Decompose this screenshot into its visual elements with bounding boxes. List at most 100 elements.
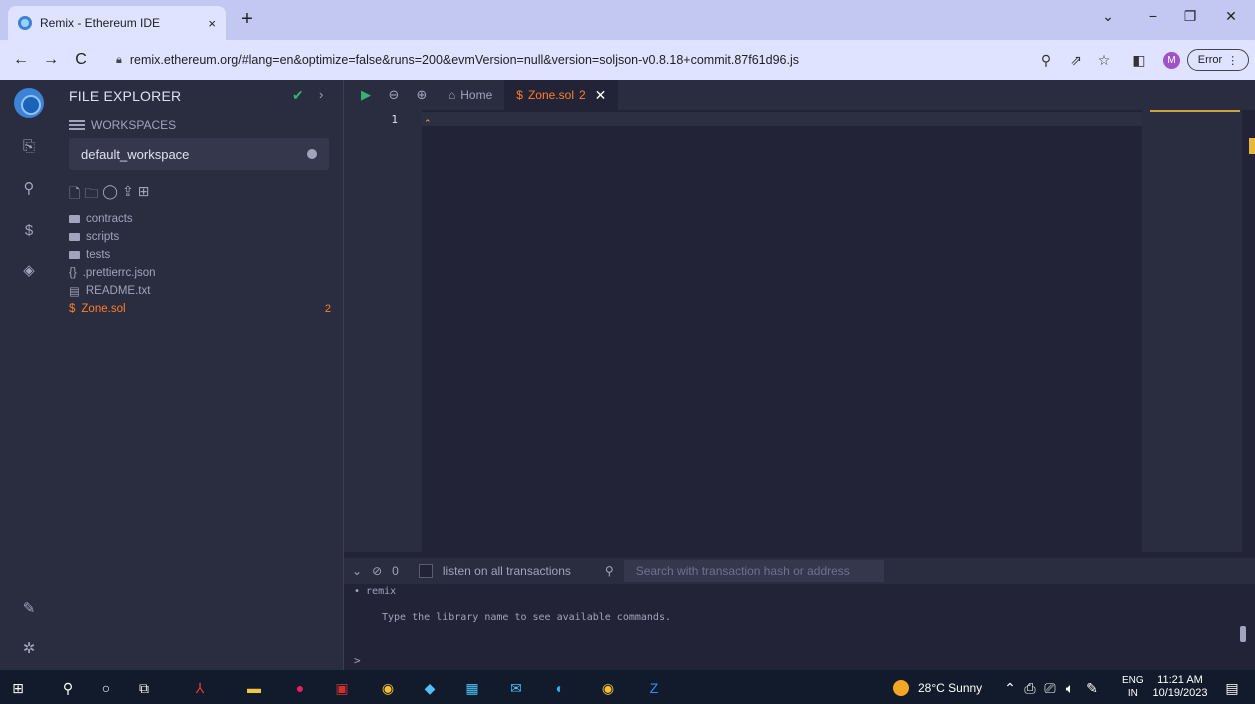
input-language[interactable]: ENG IN <box>1122 674 1144 700</box>
new-file-icon[interactable]: 🗋︎ <box>69 183 80 207</box>
file-explorer-icon[interactable]: ▬ <box>244 678 264 698</box>
zoom-out-icon[interactable]: ⊖ <box>380 87 408 103</box>
pen-icon[interactable]: ✎ <box>1082 678 1102 698</box>
json-file-icon: {} <box>69 267 77 279</box>
error-count-badge: 2 <box>324 303 331 315</box>
code-editor[interactable]: 1 ⌃ <box>344 110 1255 552</box>
file-explorer-toolbar: 🗋︎ 🗀︎ ◯ ⇪ ⊞ <box>69 183 149 207</box>
plugin-manager-icon[interactable]: ✎ <box>18 598 40 620</box>
upload-file-icon[interactable]: ⊞ <box>138 183 150 207</box>
warning-squiggle-icon: ⌃ <box>424 118 432 128</box>
terminal-output[interactable]: • remix Type the library name to see ava… <box>344 584 1255 670</box>
windows-taskbar: ⊞ ⚲ ○ ⧉ ⅄ ▬ ● ▣ ◉ ◆ ▦ ✉ ◐ ◉ Z 28°C Sunny… <box>0 670 1255 704</box>
chrome-profile-icon[interactable]: ◉ <box>598 678 618 698</box>
zoom-icon[interactable]: ⚲ <box>1036 52 1056 69</box>
reload-icon[interactable]: C <box>66 51 96 69</box>
publish-gist-icon[interactable]: ⇪ <box>122 183 134 207</box>
tab-search-icon[interactable]: ⌄ <box>1093 8 1123 25</box>
settings-gear-icon[interactable]: ✲ <box>18 638 40 660</box>
app-icon-oo[interactable]: ● <box>290 678 310 698</box>
overview-ruler-marker <box>1249 138 1255 154</box>
side-panel-icon[interactable]: ◧ <box>1129 52 1149 69</box>
remix-favicon-icon <box>18 16 32 30</box>
minimap[interactable] <box>1142 110 1242 552</box>
remix-logo-icon[interactable] <box>14 88 44 118</box>
run-play-icon[interactable]: ▶ <box>352 87 380 103</box>
tray-chevron-icon[interactable]: ⌃ <box>1000 678 1020 698</box>
task-view-icon[interactable]: ⧉ <box>134 678 154 698</box>
tree-item-scripts[interactable]: scripts <box>69 228 339 246</box>
search-icon[interactable]: ⚲ <box>58 678 78 698</box>
notifications-icon[interactable]: ▤ <box>1222 678 1242 698</box>
zoom-in-icon[interactable]: ⊕ <box>408 87 436 103</box>
tray-app-icon[interactable]: ⎙ <box>1020 678 1040 698</box>
edge-icon[interactable]: ◐ <box>550 678 570 698</box>
close-window-button[interactable]: ✕ <box>1216 8 1246 25</box>
solidity-compiler-icon[interactable]: $ <box>18 220 40 242</box>
error-label: Error <box>1197 54 1223 66</box>
acrobat-icon[interactable]: ⅄ <box>190 678 210 698</box>
chevron-right-icon[interactable]: › <box>319 87 323 102</box>
tab-close-icon[interactable]: × <box>208 16 216 31</box>
url-text[interactable]: remix.ethereum.org/#lang=en&optimize=fal… <box>130 53 799 67</box>
check-icon: ✔ <box>292 87 304 103</box>
screen-app-icon[interactable]: ▣ <box>332 678 352 698</box>
deploy-run-icon[interactable]: ◈ <box>18 260 40 282</box>
cortana-icon[interactable]: ○ <box>96 678 116 698</box>
weather-text[interactable]: 28°C Sunny <box>918 681 982 695</box>
file-tree: contracts scripts tests {} .prettierrc.j… <box>69 210 339 318</box>
back-arrow-icon[interactable]: ← <box>6 51 36 69</box>
browser-tab-title: Remix - Ethereum IDE <box>40 16 161 30</box>
github-icon[interactable]: ◯ <box>102 183 118 207</box>
workspace-select[interactable]: default_workspace <box>69 138 329 170</box>
browser-tab-bar: Remix - Ethereum IDE × + ⌄ − ❐ ✕ <box>0 0 1255 40</box>
mail-icon[interactable]: ✉ <box>506 678 526 698</box>
store-icon[interactable]: ▦ <box>462 678 482 698</box>
remix-app: ⎘ ⚲ $ ◈ ✎ ✲ FILE EXPLORER ✔ › WORKSPACES… <box>0 80 1255 670</box>
chrome-icon[interactable]: ◉ <box>378 678 398 698</box>
restore-button[interactable]: ❐ <box>1175 8 1205 25</box>
collapse-terminal-icon[interactable]: ⌄ <box>352 564 362 578</box>
tree-item-tests[interactable]: tests <box>69 246 339 264</box>
tree-item-label: .prettierrc.json <box>82 267 156 279</box>
bookmark-star-icon[interactable]: ☆ <box>1094 52 1114 69</box>
file-tab-error-count: 2 <box>578 88 586 102</box>
system-clock[interactable]: 11:21 AM 10/19/2023 <box>1150 674 1210 700</box>
tab-zone-sol[interactable]: $ Zone.sol 2 ✕ <box>504 80 619 110</box>
folder-icon <box>69 251 80 259</box>
folder-icon <box>69 215 80 223</box>
workspaces-menu[interactable]: WORKSPACES <box>69 118 176 132</box>
search-icon[interactable]: ⚲ <box>18 178 40 200</box>
minimize-button[interactable]: − <box>1138 8 1168 24</box>
zoom-app-icon[interactable]: Z <box>644 678 664 698</box>
volume-icon[interactable]: 🔈︎ <box>1060 678 1080 698</box>
tree-item-zone-sol[interactable]: $ Zone.sol 2 <box>69 300 339 318</box>
new-tab-button[interactable]: + <box>234 8 260 31</box>
3d-viewer-icon[interactable]: ◆ <box>420 678 440 698</box>
close-tab-icon[interactable]: ✕ <box>595 87 607 104</box>
terminal-prompt[interactable]: > <box>354 654 361 667</box>
tx-search-input[interactable]: Search with transaction hash or address <box>623 560 884 582</box>
listen-checkbox[interactable] <box>418 564 433 578</box>
profile-avatar[interactable]: M <box>1163 52 1180 69</box>
browser-tab[interactable]: Remix - Ethereum IDE × <box>8 6 226 40</box>
new-folder-icon[interactable]: 🗀︎ <box>84 183 98 207</box>
tree-item-contracts[interactable]: contracts <box>69 210 339 228</box>
more-menu-icon: ⋮ <box>1227 54 1239 67</box>
tree-item-prettierrc[interactable]: {} .prettierrc.json <box>69 264 339 282</box>
clear-console-icon[interactable]: ⊘ <box>372 564 382 578</box>
file-explorer-icon[interactable]: ⎘ <box>18 136 40 158</box>
windows-start-icon[interactable]: ⊞ <box>8 678 28 698</box>
network-icon[interactable]: ⎚ <box>1040 678 1060 698</box>
address-bar[interactable]: 🔒︎ remix.ethereum.org/#lang=en&optimize=… <box>104 46 1024 74</box>
listen-label: listen on all transactions <box>442 564 571 578</box>
terminal-scrollbar[interactable] <box>1240 626 1246 642</box>
error-button[interactable]: Error ⋮ <box>1187 49 1249 71</box>
share-icon[interactable]: ⇗ <box>1066 52 1086 69</box>
tab-home[interactable]: ⌂ Home <box>436 80 504 110</box>
tree-item-readme[interactable]: ▤ README.txt <box>69 282 339 300</box>
forward-arrow-icon[interactable]: → <box>36 51 66 69</box>
clock-time: 11:21 AM <box>1157 674 1203 686</box>
solidity-file-icon: $ <box>516 88 523 102</box>
solidity-file-icon: $ <box>69 303 76 315</box>
